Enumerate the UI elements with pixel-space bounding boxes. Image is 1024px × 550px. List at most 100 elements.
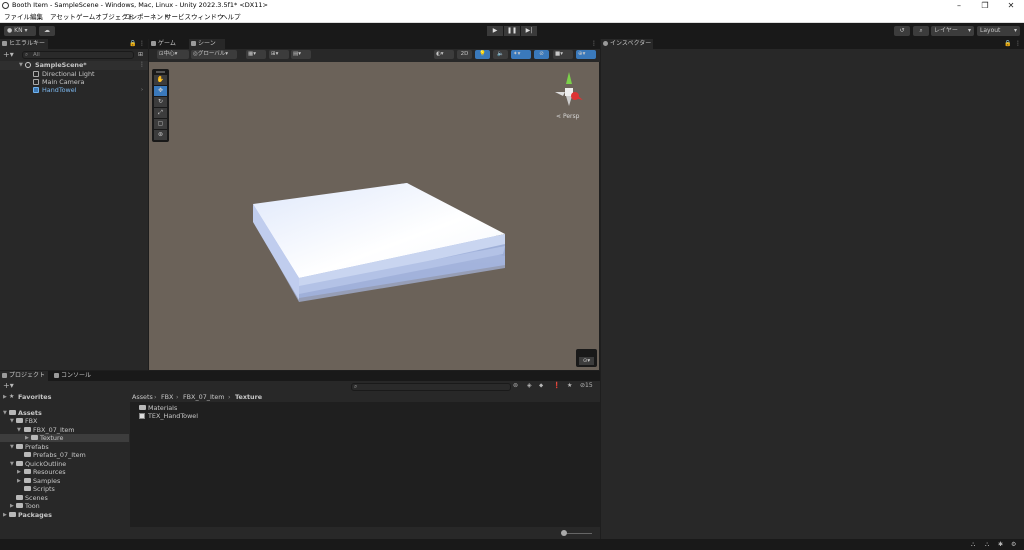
scene-viewport[interactable]: ⋖ Persp ⊙▾ (149, 62, 599, 370)
assets-row[interactable]: ▼ Assets (0, 409, 129, 417)
camera-overlay-icon[interactable]: ⊙▾ (579, 357, 594, 365)
lock-icon[interactable]: 🔒 (129, 40, 136, 48)
expand-arrow-icon[interactable]: ▼ (10, 460, 14, 468)
search-button[interactable]: ⌕ (913, 26, 929, 36)
expand-arrow-icon[interactable]: ▶ (10, 502, 14, 510)
move-tool-button[interactable]: ✥ (154, 86, 167, 96)
menu-services[interactable]: サービス (165, 11, 191, 23)
breadcrumb-assets[interactable]: Assets (132, 392, 153, 402)
breadcrumb-texture[interactable]: Texture (235, 392, 262, 402)
grid-snap-button[interactable]: ▦▾ (246, 50, 266, 59)
menu-edit[interactable]: 編集 (30, 11, 43, 23)
tab-game[interactable]: ゲーム (149, 39, 187, 49)
folder-row-fbx-07-item[interactable]: ▼ FBX_07_Item (0, 426, 129, 434)
project-search-input[interactable]: ⌕ (351, 383, 511, 391)
overlay-menu[interactable]: ⊙▾ (576, 349, 597, 367)
menu-window[interactable]: ウィンドウ (191, 11, 224, 23)
expand-arrow-icon[interactable]: ▶ (3, 511, 7, 519)
history-button[interactable]: ↺ (894, 26, 910, 36)
packages-row[interactable]: ▶ Packages (0, 511, 129, 519)
expand-arrow-icon[interactable]: ▶ (17, 468, 21, 476)
more-options-icon[interactable]: ⋮ (139, 61, 145, 69)
expand-arrow-icon[interactable]: ▼ (19, 61, 23, 69)
favorites-row[interactable]: ▶ ★ Favorites (0, 393, 129, 401)
add-icon[interactable]: +▾ (3, 382, 14, 390)
folder-row-samples[interactable]: ▶ Samples (0, 477, 129, 485)
more-options-icon[interactable]: ⋮ (139, 40, 145, 48)
audio-toggle[interactable]: 🔈 (493, 50, 508, 59)
expand-arrow-icon[interactable]: ▼ (10, 443, 14, 451)
folder-row-scripts[interactable]: Scripts (0, 485, 129, 493)
label-icon[interactable]: ◈ (527, 382, 532, 390)
add-icon[interactable]: +▾ (3, 51, 14, 59)
expand-arrow-icon[interactable]: ▶ (25, 434, 29, 442)
tab-scene[interactable]: シーン (189, 39, 225, 49)
tab-project[interactable]: プロジェクト (0, 371, 48, 381)
expand-arrow-icon[interactable]: ▶ (3, 393, 7, 401)
close-icon[interactable]: ✕ (998, 0, 1024, 11)
account-dropdown[interactable]: ● KN ▾ (4, 26, 36, 36)
expand-arrow-icon[interactable]: ▶ (17, 477, 21, 485)
pivot-dropdown[interactable]: ⊡中心▾ (157, 50, 189, 59)
2d-toggle-button[interactable]: 2D (457, 50, 472, 59)
more-options-icon[interactable]: ⋮ (1015, 40, 1021, 48)
hierarchy-item-directional-light[interactable]: Directional Light (0, 70, 148, 78)
hidden-packages-button[interactable]: ⊘15 (580, 382, 593, 390)
rect-tool-button[interactable]: ▢ (154, 119, 167, 129)
menu-help[interactable]: ヘルプ (221, 11, 241, 23)
hierarchy-search-input[interactable]: ⌕ All (22, 51, 134, 59)
gizmos-button[interactable]: ⊕▾ (576, 50, 596, 59)
hand-towel-model[interactable] (253, 183, 505, 302)
orientation-gizmo[interactable] (551, 70, 587, 110)
file-row-tex-handtowel[interactable]: TEX_HandTowel (130, 412, 600, 420)
expand-arrow-icon[interactable]: ▼ (17, 426, 21, 434)
transform-tool-button[interactable]: ⊛ (154, 130, 167, 140)
folder-row-fbx[interactable]: ▼ FBX (0, 417, 129, 425)
grid-plane-button[interactable]: ▤▾ (291, 50, 311, 59)
folder-row-texture[interactable]: ▶ Texture (0, 434, 129, 442)
lighting-toggle[interactable]: 💡 (475, 50, 490, 59)
tab-console[interactable]: コンソール (52, 371, 92, 381)
folder-row-scenes[interactable]: Scenes (0, 494, 129, 502)
layout-dropdown[interactable]: Layout ▾ (977, 26, 1020, 36)
folder-row-toon[interactable]: ▶ Toon (0, 502, 129, 510)
tab-inspector[interactable]: インスペクター (601, 39, 653, 49)
hierarchy-item-handtowel[interactable]: HandTowel › (0, 86, 148, 94)
menu-assets[interactable]: アセット (50, 11, 76, 23)
progress-icon[interactable]: ⛬ (985, 541, 989, 549)
tab-hierarchy[interactable]: ヒエラルキー (0, 39, 48, 49)
step-button[interactable]: ▶| (521, 26, 537, 36)
snap-increment-button[interactable]: ⊞▾ (269, 50, 289, 59)
rotate-tool-button[interactable]: ↻ (154, 97, 167, 107)
star-icon[interactable]: ★ (567, 382, 572, 390)
cloud-button[interactable]: ☁ (39, 26, 55, 36)
layers-dropdown[interactable]: レイヤー ▾ (931, 26, 974, 36)
visibility-toggle[interactable]: ⊘ (534, 50, 549, 59)
persp-label[interactable]: ⋖ Persp (556, 113, 579, 120)
minimize-icon[interactable]: – (946, 0, 972, 11)
folder-row-prefabs-07-item[interactable]: Prefabs_07_Item (0, 451, 129, 459)
camera-settings-button[interactable]: ■▾ (553, 50, 573, 59)
menu-component[interactable]: コンポーネント (124, 11, 170, 23)
lock-icon[interactable]: 🔒 (1004, 40, 1011, 48)
folder-row-prefabs[interactable]: ▼ Prefabs (0, 443, 129, 451)
breadcrumb-fbx[interactable]: FBX (161, 392, 173, 402)
play-button[interactable]: ▶ (487, 26, 503, 36)
icon-size-slider-handle[interactable] (561, 530, 567, 536)
maximize-icon[interactable]: ❐ (972, 0, 998, 11)
folder-row-resources[interactable]: ▶ Resources (0, 468, 129, 476)
draw-mode-button[interactable]: ◐▾ (434, 50, 454, 59)
breadcrumb-fbx-07-item[interactable]: FBX_07_Item (183, 392, 225, 402)
warning-icon[interactable]: ❗ (553, 382, 560, 390)
scale-tool-button[interactable]: ⤢ (154, 108, 167, 118)
space-dropdown[interactable]: ◎グローバル▾ (191, 50, 237, 59)
expand-arrow-icon[interactable]: ▼ (3, 409, 7, 417)
folder-row-quickoutline[interactable]: ▼ QuickOutline (0, 460, 129, 468)
palette-handle[interactable] (156, 71, 165, 73)
hierarchy-item-main-camera[interactable]: Main Camera (0, 78, 148, 86)
filter-icon[interactable]: ⊞ (138, 51, 143, 59)
hand-tool-button[interactable]: ✋ (154, 75, 167, 85)
more-options-icon[interactable]: ⋮ (591, 40, 597, 48)
tag-icon[interactable]: ⬥ (539, 382, 543, 390)
chevron-right-icon[interactable]: › (141, 86, 143, 94)
